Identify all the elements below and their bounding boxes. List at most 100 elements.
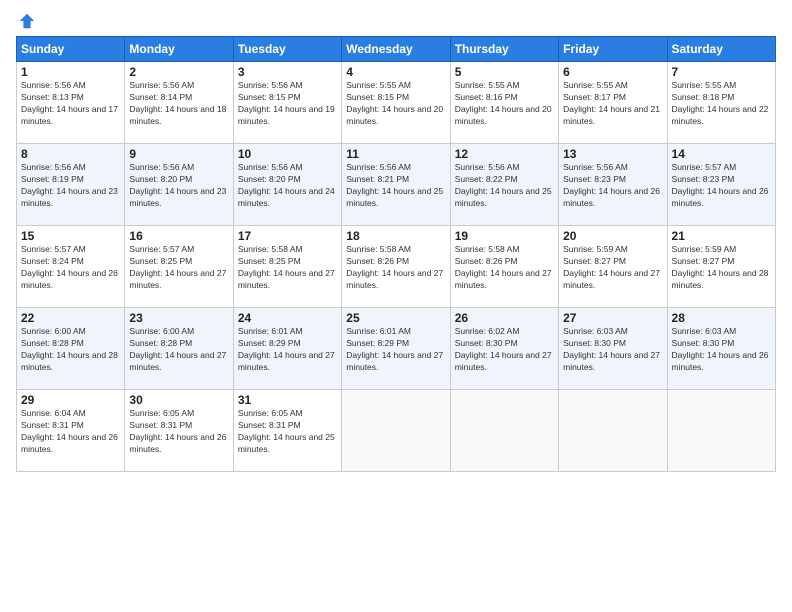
calendar-page: SundayMondayTuesdayWednesdayThursdayFrid… [0, 0, 792, 612]
day-info: Sunrise: 6:01 AMSunset: 8:29 PMDaylight:… [238, 326, 337, 374]
day-cell: 22Sunrise: 6:00 AMSunset: 8:28 PMDayligh… [17, 308, 125, 390]
day-info: Sunrise: 5:56 AMSunset: 8:21 PMDaylight:… [346, 162, 445, 210]
day-info: Sunrise: 6:05 AMSunset: 8:31 PMDaylight:… [129, 408, 228, 456]
day-cell [667, 390, 775, 472]
day-number: 3 [238, 65, 337, 79]
day-cell: 26Sunrise: 6:02 AMSunset: 8:30 PMDayligh… [450, 308, 558, 390]
day-number: 15 [21, 229, 120, 243]
day-cell: 18Sunrise: 5:58 AMSunset: 8:26 PMDayligh… [342, 226, 450, 308]
day-info: Sunrise: 5:55 AMSunset: 8:17 PMDaylight:… [563, 80, 662, 128]
calendar-table: SundayMondayTuesdayWednesdayThursdayFrid… [16, 36, 776, 472]
day-info: Sunrise: 5:59 AMSunset: 8:27 PMDaylight:… [672, 244, 771, 292]
header-cell-tuesday: Tuesday [233, 37, 341, 62]
day-info: Sunrise: 6:01 AMSunset: 8:29 PMDaylight:… [346, 326, 445, 374]
day-info: Sunrise: 5:56 AMSunset: 8:15 PMDaylight:… [238, 80, 337, 128]
day-info: Sunrise: 6:03 AMSunset: 8:30 PMDaylight:… [563, 326, 662, 374]
day-number: 7 [672, 65, 771, 79]
day-cell: 17Sunrise: 5:58 AMSunset: 8:25 PMDayligh… [233, 226, 341, 308]
day-cell: 5Sunrise: 5:55 AMSunset: 8:16 PMDaylight… [450, 62, 558, 144]
day-cell: 29Sunrise: 6:04 AMSunset: 8:31 PMDayligh… [17, 390, 125, 472]
week-row-2: 8Sunrise: 5:56 AMSunset: 8:19 PMDaylight… [17, 144, 776, 226]
day-info: Sunrise: 5:58 AMSunset: 8:26 PMDaylight:… [455, 244, 554, 292]
calendar-header: SundayMondayTuesdayWednesdayThursdayFrid… [17, 37, 776, 62]
header-cell-saturday: Saturday [667, 37, 775, 62]
header-cell-monday: Monday [125, 37, 233, 62]
day-number: 23 [129, 311, 228, 325]
day-number: 17 [238, 229, 337, 243]
day-info: Sunrise: 5:56 AMSunset: 8:22 PMDaylight:… [455, 162, 554, 210]
day-cell: 28Sunrise: 6:03 AMSunset: 8:30 PMDayligh… [667, 308, 775, 390]
day-cell: 9Sunrise: 5:56 AMSunset: 8:20 PMDaylight… [125, 144, 233, 226]
day-cell: 11Sunrise: 5:56 AMSunset: 8:21 PMDayligh… [342, 144, 450, 226]
week-row-1: 1Sunrise: 5:56 AMSunset: 8:13 PMDaylight… [17, 62, 776, 144]
day-cell: 20Sunrise: 5:59 AMSunset: 8:27 PMDayligh… [559, 226, 667, 308]
day-info: Sunrise: 5:58 AMSunset: 8:25 PMDaylight:… [238, 244, 337, 292]
day-info: Sunrise: 5:56 AMSunset: 8:13 PMDaylight:… [21, 80, 120, 128]
header-cell-sunday: Sunday [17, 37, 125, 62]
day-number: 29 [21, 393, 120, 407]
day-info: Sunrise: 6:00 AMSunset: 8:28 PMDaylight:… [21, 326, 120, 374]
header-cell-wednesday: Wednesday [342, 37, 450, 62]
day-cell: 15Sunrise: 5:57 AMSunset: 8:24 PMDayligh… [17, 226, 125, 308]
logo-icon [18, 12, 36, 30]
day-number: 18 [346, 229, 445, 243]
day-number: 2 [129, 65, 228, 79]
day-number: 12 [455, 147, 554, 161]
day-info: Sunrise: 5:57 AMSunset: 8:24 PMDaylight:… [21, 244, 120, 292]
day-number: 26 [455, 311, 554, 325]
day-number: 5 [455, 65, 554, 79]
header-cell-thursday: Thursday [450, 37, 558, 62]
day-info: Sunrise: 6:05 AMSunset: 8:31 PMDaylight:… [238, 408, 337, 456]
day-number: 22 [21, 311, 120, 325]
day-cell [342, 390, 450, 472]
day-number: 20 [563, 229, 662, 243]
day-info: Sunrise: 5:55 AMSunset: 8:15 PMDaylight:… [346, 80, 445, 128]
day-number: 19 [455, 229, 554, 243]
day-number: 27 [563, 311, 662, 325]
day-info: Sunrise: 5:57 AMSunset: 8:25 PMDaylight:… [129, 244, 228, 292]
day-cell: 13Sunrise: 5:56 AMSunset: 8:23 PMDayligh… [559, 144, 667, 226]
day-cell: 1Sunrise: 5:56 AMSunset: 8:13 PMDaylight… [17, 62, 125, 144]
day-cell: 16Sunrise: 5:57 AMSunset: 8:25 PMDayligh… [125, 226, 233, 308]
day-cell: 12Sunrise: 5:56 AMSunset: 8:22 PMDayligh… [450, 144, 558, 226]
day-number: 6 [563, 65, 662, 79]
day-number: 8 [21, 147, 120, 161]
day-cell [450, 390, 558, 472]
day-number: 31 [238, 393, 337, 407]
day-info: Sunrise: 5:56 AMSunset: 8:20 PMDaylight:… [238, 162, 337, 210]
day-number: 10 [238, 147, 337, 161]
day-info: Sunrise: 5:55 AMSunset: 8:18 PMDaylight:… [672, 80, 771, 128]
day-info: Sunrise: 5:56 AMSunset: 8:14 PMDaylight:… [129, 80, 228, 128]
day-number: 14 [672, 147, 771, 161]
day-cell: 25Sunrise: 6:01 AMSunset: 8:29 PMDayligh… [342, 308, 450, 390]
day-info: Sunrise: 5:59 AMSunset: 8:27 PMDaylight:… [563, 244, 662, 292]
day-number: 13 [563, 147, 662, 161]
day-info: Sunrise: 5:56 AMSunset: 8:23 PMDaylight:… [563, 162, 662, 210]
day-cell: 6Sunrise: 5:55 AMSunset: 8:17 PMDaylight… [559, 62, 667, 144]
day-cell: 4Sunrise: 5:55 AMSunset: 8:15 PMDaylight… [342, 62, 450, 144]
day-number: 1 [21, 65, 120, 79]
day-number: 16 [129, 229, 228, 243]
day-info: Sunrise: 6:04 AMSunset: 8:31 PMDaylight:… [21, 408, 120, 456]
day-cell: 7Sunrise: 5:55 AMSunset: 8:18 PMDaylight… [667, 62, 775, 144]
day-cell [559, 390, 667, 472]
day-info: Sunrise: 6:00 AMSunset: 8:28 PMDaylight:… [129, 326, 228, 374]
day-number: 21 [672, 229, 771, 243]
day-cell: 21Sunrise: 5:59 AMSunset: 8:27 PMDayligh… [667, 226, 775, 308]
day-cell: 2Sunrise: 5:56 AMSunset: 8:14 PMDaylight… [125, 62, 233, 144]
day-number: 9 [129, 147, 228, 161]
day-info: Sunrise: 6:02 AMSunset: 8:30 PMDaylight:… [455, 326, 554, 374]
day-cell: 8Sunrise: 5:56 AMSunset: 8:19 PMDaylight… [17, 144, 125, 226]
day-cell: 14Sunrise: 5:57 AMSunset: 8:23 PMDayligh… [667, 144, 775, 226]
week-row-3: 15Sunrise: 5:57 AMSunset: 8:24 PMDayligh… [17, 226, 776, 308]
day-info: Sunrise: 5:56 AMSunset: 8:20 PMDaylight:… [129, 162, 228, 210]
day-cell: 24Sunrise: 6:01 AMSunset: 8:29 PMDayligh… [233, 308, 341, 390]
logo [16, 12, 36, 30]
day-cell: 31Sunrise: 6:05 AMSunset: 8:31 PMDayligh… [233, 390, 341, 472]
header [16, 12, 776, 30]
day-cell: 27Sunrise: 6:03 AMSunset: 8:30 PMDayligh… [559, 308, 667, 390]
day-number: 24 [238, 311, 337, 325]
day-cell: 23Sunrise: 6:00 AMSunset: 8:28 PMDayligh… [125, 308, 233, 390]
day-info: Sunrise: 6:03 AMSunset: 8:30 PMDaylight:… [672, 326, 771, 374]
day-info: Sunrise: 5:55 AMSunset: 8:16 PMDaylight:… [455, 80, 554, 128]
